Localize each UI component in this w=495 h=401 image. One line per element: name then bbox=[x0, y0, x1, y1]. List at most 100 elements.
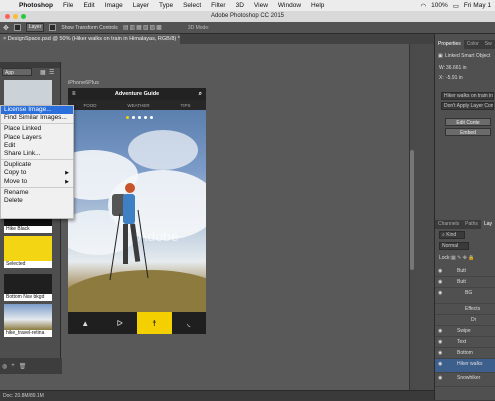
lock-icons[interactable]: ▦ ✎ ✥ 🔒 bbox=[451, 255, 475, 261]
context-menu: License Image... Find Similar Images... … bbox=[0, 105, 74, 219]
menu-filter[interactable]: Filter bbox=[206, 2, 230, 9]
menu-rename[interactable]: Rename bbox=[1, 189, 73, 197]
show-transform-checkbox[interactable] bbox=[49, 24, 57, 31]
layer-row[interactable]: ◉ Snowhiker bbox=[435, 373, 495, 387]
libraries-footer: ◍ + 🗑 bbox=[0, 358, 62, 374]
battery-icon[interactable]: ▭ bbox=[453, 2, 459, 10]
eye-icon[interactable]: ◉ bbox=[438, 277, 442, 287]
document-tab[interactable]: × DesignSpace.psd @ 50% (Hiker walks on … bbox=[0, 34, 180, 44]
menu-license-image[interactable]: License Image... bbox=[1, 106, 73, 115]
layer-row[interactable]: ◉ Text bbox=[435, 337, 495, 348]
right-panel: Properties Color Sw ▣ Linked Smart Objec… bbox=[434, 34, 495, 400]
layer-row[interactable]: Effects bbox=[435, 304, 495, 315]
layer-row[interactable]: ◉ BG bbox=[435, 288, 495, 304]
menu-edit[interactable]: Edit bbox=[1, 142, 73, 150]
eye-icon[interactable]: ◉ bbox=[438, 348, 442, 358]
carousel-pager bbox=[126, 116, 153, 119]
layer-comp-dropdown[interactable]: Don't Apply Layer Comp bbox=[441, 102, 494, 110]
panel-dock-strip bbox=[415, 44, 434, 390]
menu-3d[interactable]: 3D bbox=[231, 2, 249, 9]
align-icons[interactable]: ▤▥▦▧▨▩ bbox=[123, 24, 163, 31]
layer-row[interactable]: ◉ Butt bbox=[435, 277, 495, 288]
menu-window[interactable]: Window bbox=[273, 2, 306, 9]
add-element-icon[interactable]: + bbox=[11, 363, 15, 369]
tab-properties[interactable]: Properties bbox=[435, 40, 464, 49]
menu-separator bbox=[1, 186, 73, 188]
menu-image[interactable]: Image bbox=[100, 2, 128, 9]
menu-app-name[interactable]: Photoshop bbox=[14, 2, 58, 9]
artboard-label[interactable]: iPhone6Plus bbox=[68, 80, 99, 86]
menu-delete[interactable]: Delete bbox=[1, 197, 73, 205]
app-header: ≡ Adventure Guide ⌕ bbox=[68, 88, 206, 100]
tab-channels[interactable]: Channels bbox=[435, 220, 462, 229]
eye-icon[interactable]: ◉ bbox=[438, 266, 442, 276]
eye-icon[interactable]: ◉ bbox=[438, 373, 442, 384]
w-value[interactable]: 36.661 in bbox=[446, 65, 467, 71]
menu-help[interactable]: Help bbox=[306, 2, 329, 9]
submenu-arrow-icon: ▶ bbox=[65, 178, 69, 185]
layer-row[interactable]: ◉ Swipe bbox=[435, 326, 495, 337]
menu-place-linked[interactable]: Place Linked bbox=[1, 125, 73, 133]
tab-paths[interactable]: Paths bbox=[462, 220, 481, 229]
tent-icon: ▲ bbox=[81, 318, 90, 328]
cc-icon[interactable]: ◍ bbox=[2, 363, 7, 370]
document-tab-title: DesignSpace.psd @ 50% (Hiker walks on tr… bbox=[7, 36, 180, 42]
menu-duplicate[interactable]: Duplicate bbox=[1, 161, 73, 169]
tab-swatches[interactable]: Sw bbox=[482, 40, 495, 49]
eye-icon[interactable]: ◉ bbox=[438, 288, 442, 299]
artboard-iphone[interactable]: ≡ Adventure Guide ⌕ FOOD WEATHER TIPS Ad… bbox=[68, 88, 206, 334]
library-thumb-yellow[interactable] bbox=[4, 236, 52, 261]
zoom-window-button[interactable] bbox=[21, 14, 26, 19]
tab-color[interactable]: Color bbox=[464, 40, 482, 49]
eye-icon[interactable]: ◉ bbox=[438, 359, 442, 370]
menu-select[interactable]: Select bbox=[178, 2, 206, 9]
library-item-bottom-nav[interactable]: Bottom Nav bkgd bbox=[4, 294, 52, 301]
menu-edit[interactable]: Edit bbox=[78, 2, 99, 9]
list-view-icon[interactable]: ☰ bbox=[49, 69, 54, 76]
library-thumb-bottom-nav[interactable] bbox=[4, 274, 52, 294]
app-tabs: FOOD WEATHER TIPS bbox=[68, 100, 206, 110]
layer-row-selected[interactable]: ◉ Hiker walks bbox=[435, 359, 495, 373]
eye-icon[interactable]: ◉ bbox=[438, 337, 442, 347]
menu-find-similar[interactable]: Find Similar Images... bbox=[1, 114, 73, 122]
menu-share-link[interactable]: Share Link... bbox=[1, 150, 73, 158]
layer-name-field[interactable]: Hiker walks on train in bbox=[441, 92, 494, 100]
library-item-selected[interactable]: Selected bbox=[4, 261, 52, 268]
library-item-hike-travel[interactable]: hike_travel-retina bbox=[4, 330, 52, 337]
menu-clock[interactable]: Fri May 1 bbox=[464, 2, 491, 9]
library-item-hike-black[interactable]: Hike Black bbox=[4, 226, 52, 233]
menu-move-to[interactable]: Move to ▶ bbox=[1, 178, 73, 186]
layer-row[interactable]: ◉ Butt bbox=[435, 266, 495, 277]
scrollbar-thumb[interactable] bbox=[410, 150, 414, 270]
library-dropdown[interactable]: App bbox=[2, 68, 32, 76]
close-tab-icon[interactable]: × bbox=[3, 36, 6, 42]
menu-place-layers[interactable]: Place Layers bbox=[1, 134, 73, 142]
auto-select-checkbox[interactable] bbox=[13, 24, 21, 31]
edit-contents-button[interactable]: Edit Conte bbox=[445, 118, 491, 126]
x-value[interactable]: -5.91 in bbox=[446, 75, 463, 81]
menu-view[interactable]: View bbox=[249, 2, 273, 9]
blend-mode-dropdown[interactable]: Normal bbox=[439, 242, 469, 250]
hamburger-menu-icon: ≡ bbox=[72, 91, 76, 97]
tab-layers[interactable]: Lay bbox=[480, 220, 495, 229]
menu-type[interactable]: Type bbox=[154, 2, 178, 9]
lock-label: Lock: bbox=[439, 255, 451, 261]
menu-copy-to[interactable]: Copy to ▶ bbox=[1, 169, 73, 177]
wifi-icon[interactable]: ◠ bbox=[420, 2, 426, 10]
embed-button[interactable]: Embed bbox=[445, 128, 491, 136]
close-window-button[interactable] bbox=[5, 14, 10, 19]
trash-icon[interactable]: 🗑 bbox=[19, 363, 27, 370]
layer-filter-kind[interactable]: ⌕ Kind bbox=[439, 231, 465, 239]
move-tool-icon[interactable]: ✥ bbox=[3, 24, 9, 32]
menu-file[interactable]: File bbox=[58, 2, 78, 9]
grid-view-icon[interactable]: ▦ bbox=[40, 69, 46, 76]
layer-row[interactable]: ◉ Bottom bbox=[435, 348, 495, 359]
status-bar: Doc: 20.8M/89.1M bbox=[0, 390, 434, 400]
layer-row[interactable]: Dr bbox=[435, 315, 495, 326]
hero-image-hiker[interactable]: Adobe bbox=[68, 110, 206, 312]
library-thumb-hike-travel[interactable] bbox=[4, 304, 52, 330]
menu-layer[interactable]: Layer bbox=[128, 2, 154, 9]
eye-icon[interactable]: ◉ bbox=[438, 326, 442, 336]
layer-select-dropdown[interactable]: Layer bbox=[25, 23, 45, 32]
minimize-window-button[interactable] bbox=[13, 14, 18, 19]
